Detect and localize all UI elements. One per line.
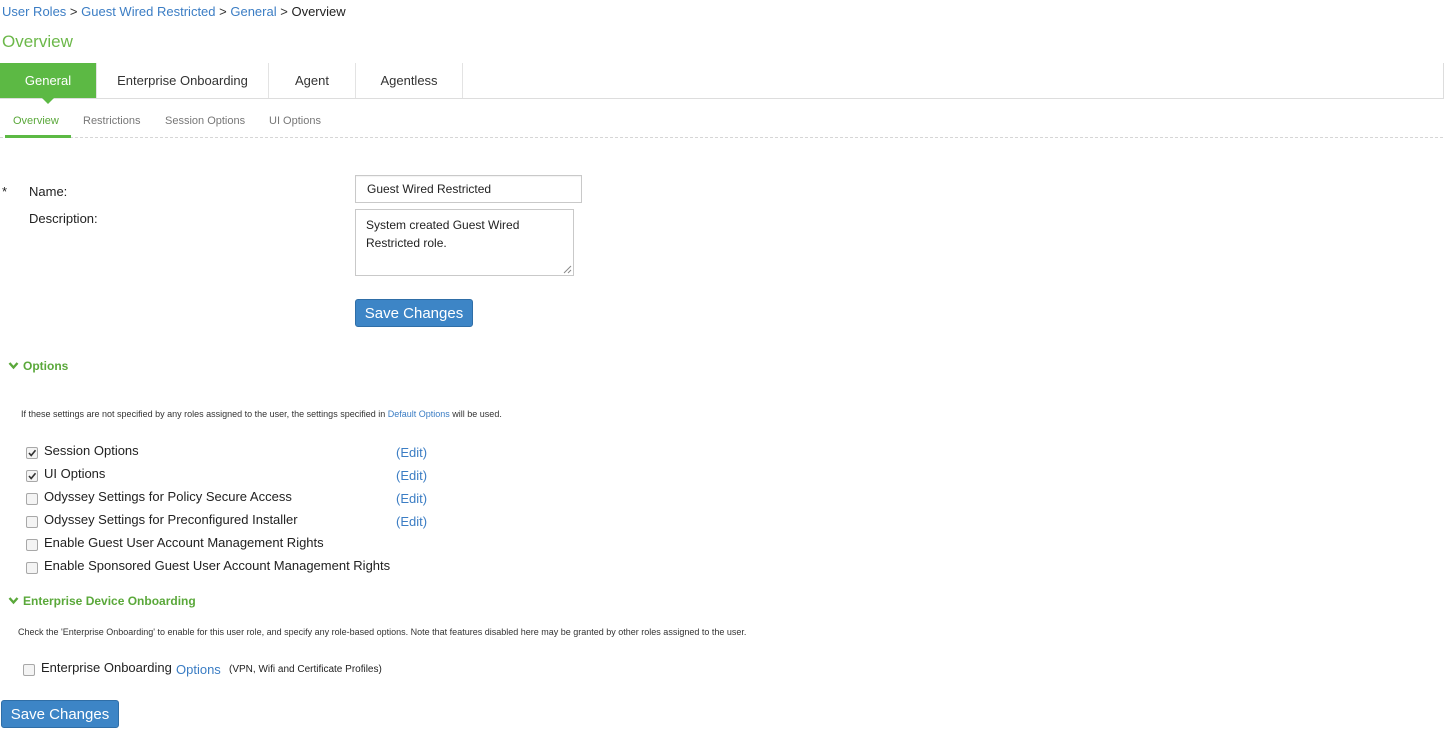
odyssey-policy-secure-access-edit[interactable]: (Edit) [396, 491, 427, 506]
default-options-link[interactable]: Default Options [388, 409, 450, 419]
sponsored-guest-account-management-checkbox[interactable] [26, 562, 38, 574]
odyssey-preconfigured-installer-label: Odyssey Settings for Preconfigured Insta… [44, 512, 298, 527]
sub-tabs: Overview Restrictions Session Options UI… [0, 99, 1443, 138]
subtab-session-options[interactable]: Session Options [165, 99, 245, 137]
options-section-header[interactable]: Options [8, 359, 68, 373]
edit-link-label: Edit [400, 468, 423, 483]
odyssey-preconfigured-installer-checkbox[interactable] [26, 516, 38, 528]
subtab-overview[interactable]: Overview [5, 99, 71, 138]
guest-account-management-label: Enable Guest User Account Management Rig… [44, 535, 324, 550]
breadcrumb: User Roles > Guest Wired Restricted > Ge… [2, 4, 346, 19]
enterprise-header-label: Enterprise Device Onboarding [23, 594, 196, 608]
subtab-ui-options[interactable]: UI Options [269, 99, 321, 137]
breadcrumb-separator: > [69, 4, 78, 19]
chevron-down-icon [8, 597, 19, 605]
breadcrumb-current: Overview [291, 4, 346, 19]
tab-general[interactable]: General [0, 63, 97, 104]
tab-agent[interactable]: Agent [269, 63, 356, 98]
edit-link-label: Edit [400, 514, 423, 529]
resize-grip-icon[interactable] [563, 265, 572, 274]
ui-options-label: UI Options [44, 466, 106, 481]
description-field[interactable]: System created Guest Wired Restricted ro… [355, 209, 574, 276]
checkmark-icon [28, 472, 37, 480]
session-options-edit[interactable]: (Edit) [396, 445, 427, 460]
ui-options-checkbox[interactable] [26, 470, 38, 482]
enterprise-note: Check the 'Enterprise Onboarding' to ena… [18, 627, 747, 637]
description-label: Description: [29, 211, 98, 226]
ui-options-edit[interactable]: (Edit) [396, 468, 427, 483]
options-header-label: Options [23, 359, 69, 373]
enterprise-onboarding-hint: (VPN, Wifi and Certificate Profiles) [229, 664, 382, 675]
session-options-label: Session Options [44, 443, 139, 458]
breadcrumb-user-roles[interactable]: User Roles [2, 4, 66, 19]
name-label: Name: [29, 184, 68, 199]
session-options-checkbox[interactable] [26, 447, 38, 459]
breadcrumb-general[interactable]: General [230, 4, 276, 19]
subtab-active-indicator [5, 135, 71, 138]
enterprise-onboarding-section-header[interactable]: Enterprise Device Onboarding [8, 594, 196, 608]
checkmark-icon [28, 449, 37, 457]
breadcrumb-guest-wired-restricted[interactable]: Guest Wired Restricted [81, 4, 215, 19]
subtab-overview-label: Overview [13, 115, 59, 127]
page-title: Overview [2, 32, 73, 51]
subtab-restrictions[interactable]: Restrictions [83, 99, 140, 137]
sponsored-guest-account-management-label: Enable Sponsored Guest User Account Mana… [44, 558, 391, 573]
guest-account-management-checkbox[interactable] [26, 539, 38, 551]
breadcrumb-separator: > [219, 4, 227, 19]
footer-save-changes-button[interactable]: Save Changes [1, 700, 119, 728]
odyssey-preconfigured-installer-edit[interactable]: (Edit) [396, 514, 427, 529]
edit-link-label: Edit [400, 491, 423, 506]
options-note: If these settings are not specified by a… [21, 409, 502, 419]
odyssey-policy-secure-access-checkbox[interactable] [26, 493, 38, 505]
odyssey-policy-secure-access-label: Odyssey Settings for Policy Secure Acces… [44, 489, 292, 504]
save-changes-button[interactable]: Save Changes [355, 299, 473, 327]
tab-enterprise-onboarding[interactable]: Enterprise Onboarding [97, 63, 269, 98]
options-note-text-end: will be used. [452, 409, 502, 419]
breadcrumb-separator: > [280, 4, 288, 19]
name-field[interactable] [355, 175, 582, 203]
main-tabs: General Enterprise Onboarding Agent Agen… [0, 63, 1444, 104]
enterprise-onboarding-checkbox[interactable] [23, 664, 35, 676]
options-note-text: If these settings are not specified by a… [21, 409, 386, 419]
chevron-down-icon [8, 362, 19, 370]
required-mark: * [2, 184, 8, 199]
enterprise-onboarding-label: Enterprise Onboarding [41, 660, 172, 675]
tab-agentless[interactable]: Agentless [356, 63, 463, 98]
enterprise-onboarding-options-link[interactable]: Options [176, 662, 221, 677]
edit-link-label: Edit [400, 445, 423, 460]
